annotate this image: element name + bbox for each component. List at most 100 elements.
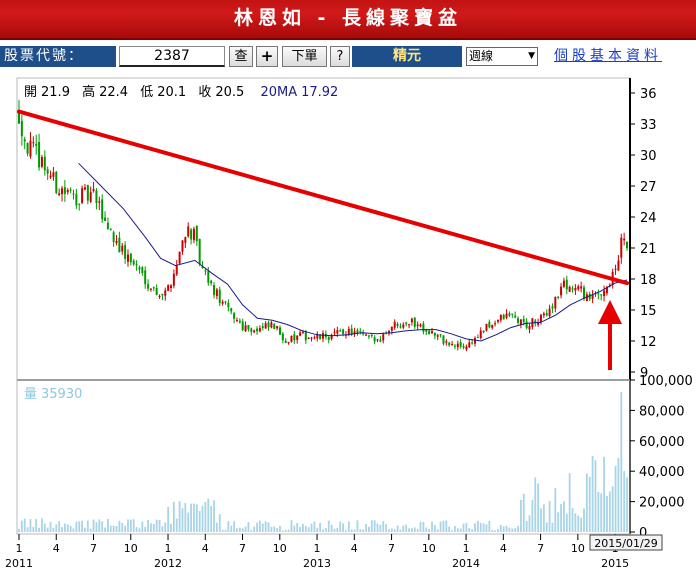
candle-body <box>126 254 129 262</box>
volume-bar <box>195 504 198 532</box>
candle-body <box>339 330 342 332</box>
volume-bar <box>112 525 115 532</box>
candle-body <box>161 293 164 296</box>
candle-body <box>313 337 316 339</box>
volume-bar <box>98 519 101 532</box>
volume-bar <box>104 527 106 532</box>
candle-body <box>118 237 121 253</box>
volume-bar <box>522 493 525 532</box>
volume-bar <box>170 523 172 532</box>
candle-body <box>511 313 514 315</box>
query-button[interactable]: 查 <box>229 46 253 67</box>
volume-bar <box>419 521 422 532</box>
x-tick-label: 10 <box>571 542 585 555</box>
volume-bar <box>190 503 192 532</box>
volume-bar <box>58 521 61 532</box>
volume-bar <box>250 530 253 532</box>
volume-bar <box>264 521 267 532</box>
candle-body <box>365 334 368 336</box>
volume-bar <box>528 515 531 532</box>
candle-body <box>542 313 545 316</box>
candle-body <box>69 189 72 191</box>
volume-bar <box>347 521 350 532</box>
candle-body <box>456 343 459 348</box>
candle-body <box>141 267 144 273</box>
low-value: 20.1 <box>157 85 186 100</box>
help-button[interactable]: ? <box>330 46 350 67</box>
basic-info-link[interactable]: 個股基本資料 <box>554 46 662 67</box>
stock-code-input[interactable] <box>119 46 225 67</box>
candle-body <box>545 313 548 316</box>
candle-body <box>46 169 49 174</box>
period-select[interactable]: 週線 ▼ <box>466 47 538 66</box>
candle-body <box>502 314 505 320</box>
volume-bar <box>32 526 35 532</box>
order-button[interactable]: 下單 <box>282 46 327 67</box>
candle-body <box>115 241 118 243</box>
volume-bar <box>118 520 121 532</box>
candle-body <box>270 322 273 328</box>
candle-body <box>422 323 425 332</box>
candle-body <box>290 335 293 342</box>
x-tick-label: 4 <box>53 542 60 555</box>
x-tick-label: 1 <box>314 542 321 555</box>
volume-bar <box>399 529 402 532</box>
volume-bar <box>181 508 184 532</box>
volume-bar <box>620 392 623 532</box>
x-tick-label: 10 <box>422 542 436 555</box>
volume-bar <box>606 495 608 532</box>
candle-body <box>241 321 244 331</box>
candle-body <box>181 240 184 252</box>
volume-bar <box>247 522 250 532</box>
volume-bar <box>20 520 23 532</box>
volume-bar <box>115 525 118 532</box>
volume-bar <box>23 518 26 532</box>
volume-bar <box>588 476 591 532</box>
volume-bar <box>531 500 534 532</box>
volume-bar <box>233 521 236 532</box>
volume-bar <box>413 527 416 532</box>
candle-body <box>98 201 101 203</box>
volume-bar <box>95 522 98 532</box>
candle-body <box>571 288 574 290</box>
volume-bar <box>276 527 279 532</box>
candle-body <box>514 315 517 318</box>
candle-body <box>474 338 477 344</box>
volume-bar <box>479 522 482 532</box>
candle-body <box>187 226 190 237</box>
volume-bar <box>534 477 537 532</box>
candle-body <box>129 253 132 263</box>
candle-body <box>436 335 439 337</box>
candle-body <box>342 329 345 334</box>
volume-bar <box>41 518 43 532</box>
candle-body <box>370 334 373 336</box>
candle-body <box>453 345 456 347</box>
volume-bar <box>385 524 388 532</box>
x-year-label: 2014 <box>452 557 480 570</box>
volume-bar <box>273 526 276 532</box>
ma-value: 17.92 <box>301 85 338 100</box>
volume-bar <box>565 513 568 532</box>
volume-bar <box>141 521 144 532</box>
volume-bar <box>299 526 301 532</box>
price-tick-label: 24 <box>640 211 657 226</box>
volume-bar <box>244 526 247 532</box>
volume-tick-label: 100,000 <box>639 374 693 389</box>
volume-bar <box>172 501 175 532</box>
volume-bar <box>29 519 32 532</box>
volume-bar <box>38 527 40 532</box>
volume-bar <box>597 491 600 532</box>
low-label: 低 <box>140 85 153 100</box>
candle-body <box>617 260 620 271</box>
add-button[interactable]: + <box>256 46 278 67</box>
volume-bar <box>302 523 304 532</box>
volume-bar <box>525 521 528 532</box>
candle-body <box>597 293 600 295</box>
volume-bar <box>333 528 336 532</box>
ma-label: 20MA <box>260 85 297 100</box>
candle-body <box>356 330 359 333</box>
x-tick-label: 7 <box>90 542 97 555</box>
volume-bar <box>488 520 491 532</box>
volume-bar <box>61 527 63 532</box>
candle-body <box>61 188 64 195</box>
